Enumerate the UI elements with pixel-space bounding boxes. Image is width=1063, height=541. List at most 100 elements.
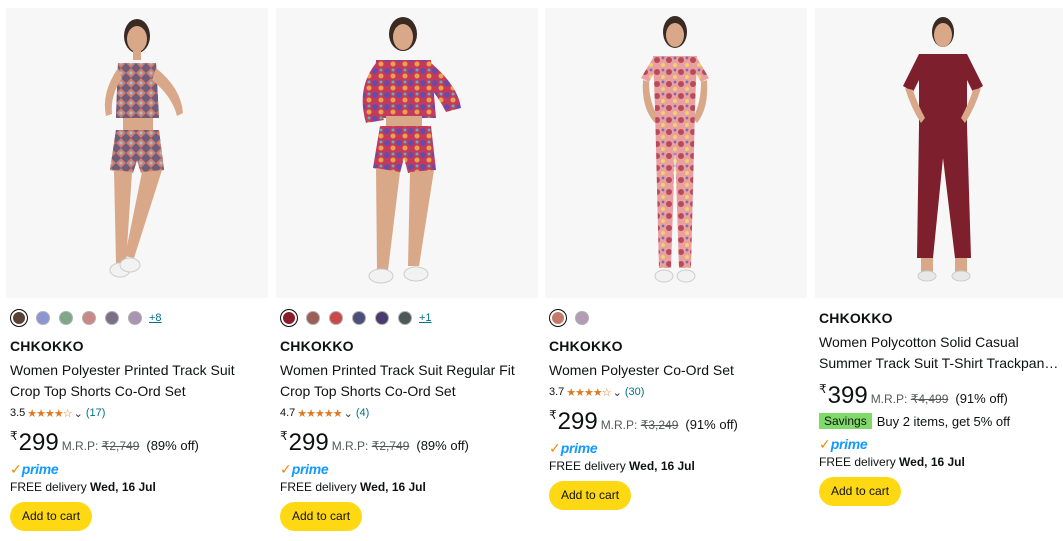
color-swatch[interactable] bbox=[329, 311, 343, 325]
currency-symbol: ₹ bbox=[280, 429, 288, 443]
chevron-down-icon[interactable]: ⌄ bbox=[613, 386, 622, 399]
prime-badge: ✓ prime bbox=[549, 439, 807, 457]
product-image[interactable] bbox=[6, 8, 268, 298]
star-rating-icon[interactable]: ★★★★★ bbox=[297, 407, 342, 420]
color-swatches bbox=[549, 308, 807, 328]
product-image-figure bbox=[362, 17, 461, 284]
chevron-down-icon[interactable]: ⌄ bbox=[74, 407, 83, 420]
mrp: M.R.P: ₹4,499 bbox=[871, 392, 949, 406]
color-swatch[interactable] bbox=[398, 311, 412, 325]
mrp-value: ₹3,249 bbox=[640, 418, 679, 432]
delivery-label: FREE delivery bbox=[10, 480, 87, 494]
prime-badge: ✓ prime bbox=[10, 460, 268, 478]
rating-value: 4.7 bbox=[280, 407, 296, 419]
discount-percent: (89% off) bbox=[416, 438, 469, 453]
more-colors-link[interactable]: +1 bbox=[419, 312, 432, 324]
color-swatch[interactable] bbox=[575, 311, 589, 325]
delivery-label: FREE delivery bbox=[549, 459, 626, 473]
delivery-label: FREE delivery bbox=[819, 455, 896, 469]
discount-percent: (91% off) bbox=[685, 417, 738, 432]
price: 299 bbox=[288, 429, 329, 456]
color-swatches: +1 bbox=[280, 308, 538, 328]
add-to-cart-button[interactable]: Add to cart bbox=[10, 502, 93, 531]
color-swatch[interactable] bbox=[105, 311, 119, 325]
product-image-figure bbox=[641, 16, 709, 283]
chevron-down-icon[interactable]: ⌄ bbox=[344, 407, 353, 420]
star-rating-icon[interactable]: ★★★★☆ bbox=[27, 407, 72, 420]
prime-badge: ✓ prime bbox=[819, 435, 1063, 453]
add-to-cart-button[interactable]: Add to cart bbox=[549, 481, 632, 510]
prime-check-icon: ✓ bbox=[549, 439, 561, 456]
savings-text: Buy 2 items, get 5% off bbox=[876, 413, 1011, 429]
currency-symbol: ₹ bbox=[819, 382, 827, 396]
prime-logo: prime bbox=[21, 461, 59, 477]
color-swatch[interactable] bbox=[59, 311, 73, 325]
price-row: ₹ 399 M.R.P: ₹4,499 (91% off) bbox=[819, 380, 1063, 408]
delivery-date: Wed, 16 Jul bbox=[629, 459, 695, 473]
add-to-cart-button[interactable]: Add to cart bbox=[819, 477, 902, 506]
star-rating-icon[interactable]: ★★★★☆ bbox=[566, 386, 611, 399]
price: 299 bbox=[18, 429, 59, 456]
rating-value: 3.5 bbox=[10, 407, 26, 419]
mrp: M.R.P: ₹2,749 bbox=[62, 439, 140, 453]
product-card-3[interactable]: CHKOKKO Women Polyester Co-Ord Set 3.7 ★… bbox=[545, 8, 807, 541]
color-swatch[interactable] bbox=[549, 309, 567, 327]
delivery-date: Wed, 16 Jul bbox=[90, 480, 156, 494]
review-count-link[interactable]: (30) bbox=[625, 386, 645, 398]
rating-row: 3.5 ★★★★☆ ⌄ (17) bbox=[10, 405, 268, 421]
product-image[interactable] bbox=[815, 8, 1063, 298]
product-title[interactable]: Women Printed Track Suit Regular Fit Cro… bbox=[280, 360, 538, 402]
review-count-link[interactable]: (17) bbox=[86, 407, 106, 419]
prime-logo: prime bbox=[560, 440, 598, 456]
discount-percent: (89% off) bbox=[146, 438, 199, 453]
currency-symbol: ₹ bbox=[549, 408, 557, 422]
color-swatch[interactable] bbox=[280, 309, 298, 327]
product-card-1[interactable]: +8 CHKOKKO Women Polyester Printed Track… bbox=[6, 8, 268, 541]
rating-row: 3.7 ★★★★☆ ⌄ (30) bbox=[549, 384, 807, 400]
add-to-cart-button[interactable]: Add to cart bbox=[280, 502, 363, 531]
prime-logo: prime bbox=[830, 436, 868, 452]
product-title[interactable]: Women Polyester Co-Ord Set bbox=[549, 360, 807, 381]
rating-value: 3.7 bbox=[549, 386, 565, 398]
brand-name: CHKOKKO bbox=[819, 310, 893, 326]
color-swatch[interactable] bbox=[128, 311, 142, 325]
price-row: ₹ 299 M.R.P: ₹3,249 (91% off) bbox=[549, 406, 807, 434]
more-colors-link[interactable]: +8 bbox=[149, 312, 162, 324]
product-image[interactable] bbox=[545, 8, 807, 298]
prime-check-icon: ✓ bbox=[819, 435, 831, 452]
product-image-figure bbox=[903, 17, 983, 282]
color-swatch[interactable] bbox=[375, 311, 389, 325]
product-title[interactable]: Women Polycotton Solid Casual Summer Tra… bbox=[819, 332, 1063, 374]
brand-name: CHKOKKO bbox=[280, 338, 354, 354]
prime-check-icon: ✓ bbox=[10, 460, 22, 477]
mrp-label: M.R.P: bbox=[61, 439, 99, 453]
product-card-2[interactable]: +1 CHKOKKO Women Printed Track Suit Regu… bbox=[276, 8, 538, 541]
delivery-info: FREE delivery Wed, 16 Jul bbox=[280, 479, 538, 495]
mrp-label: M.R.P: bbox=[600, 418, 638, 432]
prime-logo: prime bbox=[291, 461, 329, 477]
color-swatch[interactable] bbox=[36, 311, 50, 325]
delivery-info: FREE delivery Wed, 16 Jul bbox=[819, 454, 1063, 470]
currency-symbol: ₹ bbox=[10, 429, 18, 443]
mrp-value: ₹4,499 bbox=[910, 392, 949, 406]
delivery-label: FREE delivery bbox=[280, 480, 357, 494]
product-title[interactable]: Women Polyester Printed Track Suit Crop … bbox=[10, 360, 268, 402]
mrp-value: ₹2,749 bbox=[371, 439, 410, 453]
brand-name: CHKOKKO bbox=[549, 338, 623, 354]
review-count-link[interactable]: (4) bbox=[356, 407, 369, 419]
prime-check-icon: ✓ bbox=[280, 460, 292, 477]
color-swatch[interactable] bbox=[306, 311, 320, 325]
price-row: ₹ 299 M.R.P: ₹2,749 (89% off) bbox=[280, 427, 538, 455]
product-card-4[interactable]: CHKOKKO Women Polycotton Solid Casual Su… bbox=[815, 8, 1063, 541]
product-image[interactable] bbox=[276, 8, 538, 298]
color-swatches: +8 bbox=[10, 308, 268, 328]
product-image-figure bbox=[104, 19, 183, 278]
color-swatch[interactable] bbox=[352, 311, 366, 325]
delivery-date: Wed, 16 Jul bbox=[360, 480, 426, 494]
color-swatch[interactable] bbox=[10, 309, 28, 327]
mrp: M.R.P: ₹3,249 bbox=[601, 418, 679, 432]
brand-name: CHKOKKO bbox=[10, 338, 84, 354]
prime-badge: ✓ prime bbox=[280, 460, 538, 478]
delivery-date: Wed, 16 Jul bbox=[899, 455, 965, 469]
color-swatch[interactable] bbox=[82, 311, 96, 325]
